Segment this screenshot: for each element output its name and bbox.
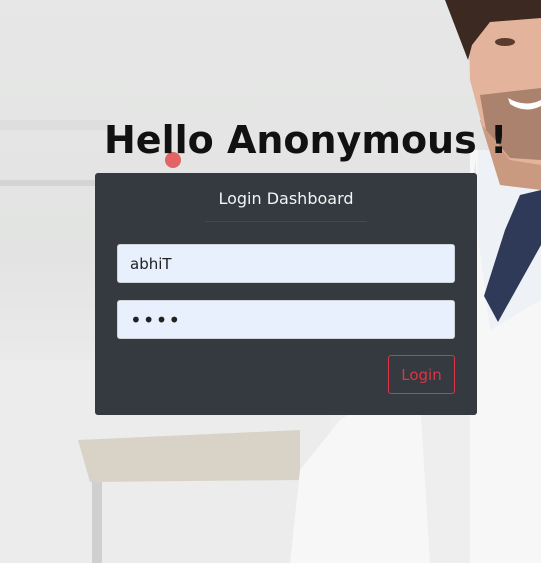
card-divider — [205, 221, 367, 222]
password-input[interactable] — [117, 300, 455, 339]
login-button[interactable]: Login — [388, 355, 455, 394]
greeting-heading: Hello Anonymous ! — [104, 118, 508, 162]
username-input[interactable] — [117, 244, 455, 283]
login-card: Login Dashboard Login — [95, 173, 477, 415]
card-title: Login Dashboard — [218, 189, 354, 208]
login-page: Hello Anonymous ! Login Dashboard Login — [0, 0, 541, 563]
